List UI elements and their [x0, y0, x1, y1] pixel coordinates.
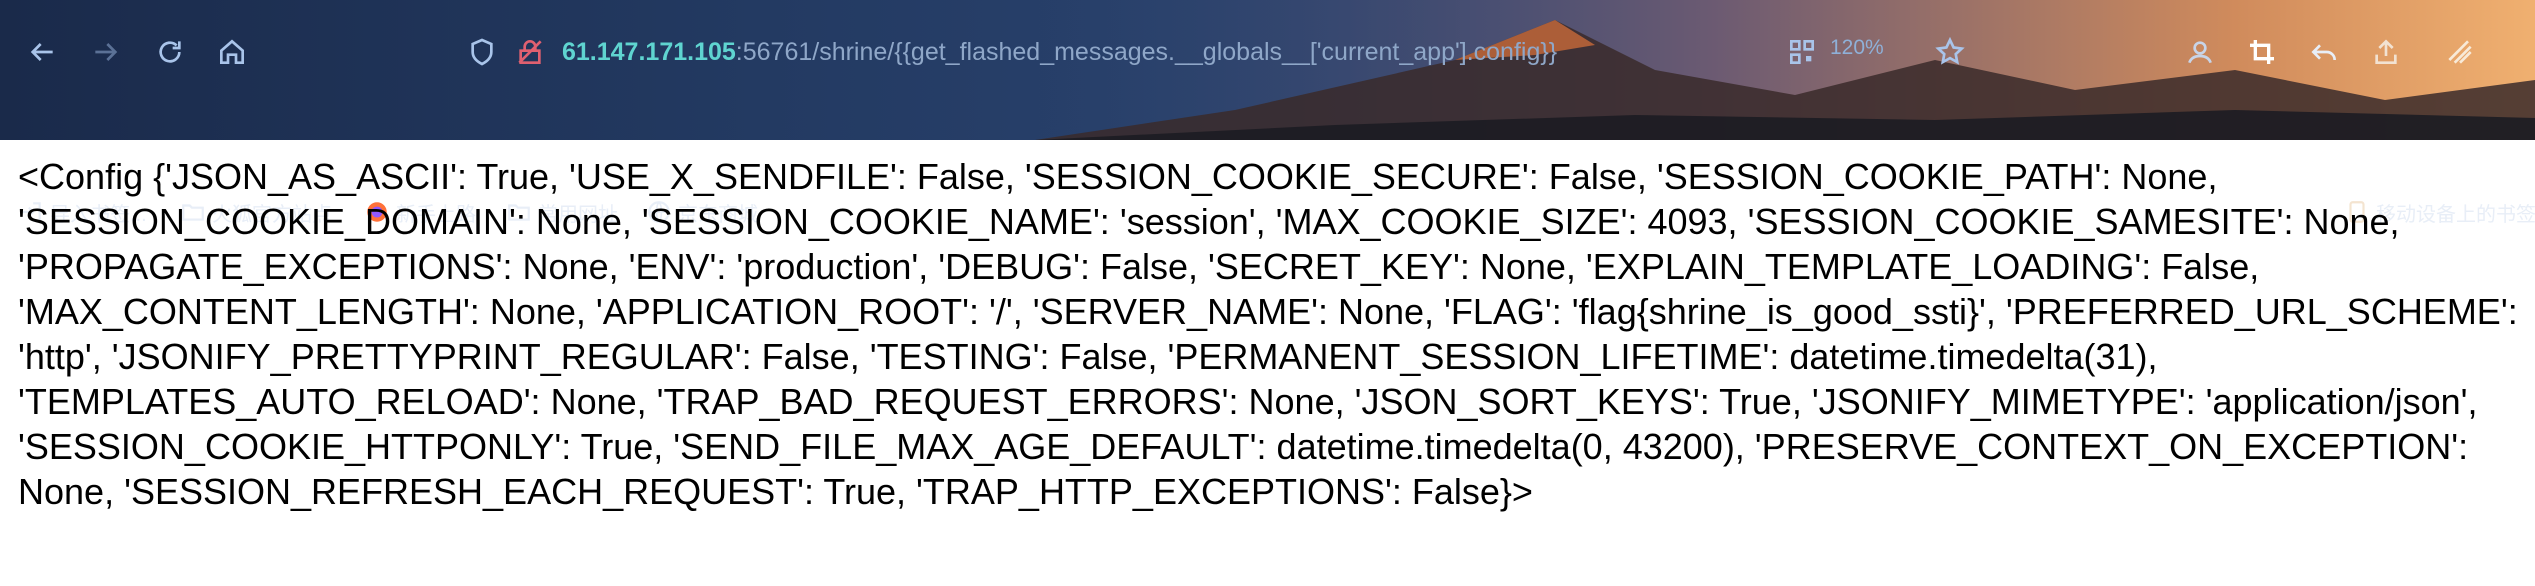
screenshot-button[interactable] [2242, 32, 2282, 72]
navigation-toolbar: 61.147.171.105:56761/shrine/{{get_flashe… [0, 0, 2535, 104]
extensions-button[interactable] [2440, 32, 2480, 72]
undo-button[interactable] [2304, 32, 2344, 72]
forward-button[interactable] [86, 32, 126, 72]
home-button[interactable] [212, 32, 252, 72]
tracking-protection-button[interactable] [462, 32, 502, 72]
forward-arrow-icon [95, 43, 118, 61]
share-icon [2375, 39, 2397, 64]
zoom-level-button[interactable]: 120% [1830, 36, 1884, 60]
page-body-text: <Config {'JSON_AS_ASCII': True, 'USE_X_S… [18, 156, 2518, 512]
address-bar[interactable]: 61.147.171.105:56761/shrine/{{get_flashe… [562, 32, 1612, 72]
qr-code-icon [1790, 39, 1814, 64]
extensions-icon [2448, 40, 2472, 64]
back-button[interactable] [22, 32, 62, 72]
share-button[interactable] [2366, 32, 2406, 72]
account-icon [2188, 41, 2212, 64]
back-arrow-icon [30, 43, 53, 61]
undo-icon [2311, 44, 2336, 61]
star-icon [1935, 36, 1965, 65]
site-security-button[interactable] [510, 32, 550, 72]
shield-icon [471, 38, 493, 66]
bookmark-star-button[interactable] [1930, 32, 1970, 72]
account-button[interactable] [2180, 32, 2220, 72]
qr-code-button[interactable] [1782, 32, 1822, 72]
lock-icon [518, 40, 542, 64]
reload-icon [159, 41, 181, 63]
reload-button[interactable] [150, 32, 190, 72]
crop-icon [2250, 40, 2274, 64]
home-icon [220, 39, 244, 64]
url-host: 61.147.171.105 [562, 37, 736, 66]
bookmarks-toolbar: 导入书签... 火狐官方站点 新手上路 常用网址 京东商城 移动设备上的书签 [0, 96, 2535, 226]
url-path: :56761/shrine/{{get_flashed_messages.__g… [735, 37, 1558, 66]
